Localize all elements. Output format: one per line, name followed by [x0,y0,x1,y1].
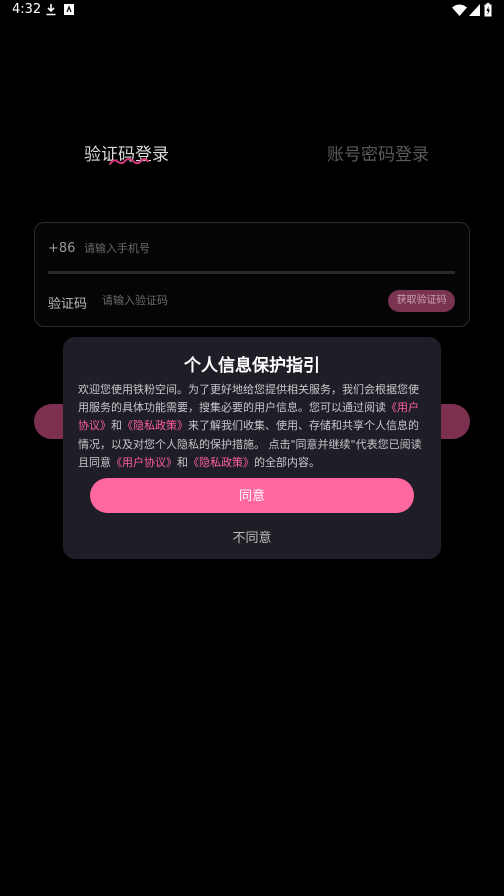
agree-button[interactable]: 同意 [90,478,414,513]
app-notification-icon [64,4,74,15]
privacy-policy-link[interactable]: 《隐私政策》 [122,419,188,432]
status-time: 4:32 [12,2,42,17]
dialog-body: 欢迎您使用铁粉空间。为了更好地给您提供相关服务，我们会根据您使用服务的具体功能需… [78,381,428,472]
phone-input[interactable] [84,238,384,260]
dialog-body-text: 和 [111,419,122,433]
status-bar: 4:32 [0,0,504,22]
signal-icon [469,4,480,16]
privacy-dialog: 个人信息保护指引 欢迎您使用铁粉空间。为了更好地给您提供相关服务，我们会根据您使… [63,337,441,559]
tab-active-indicator [109,157,149,165]
dialog-body-text: 和 [177,455,188,469]
dialog-title: 个人信息保护指引 [184,356,320,376]
input-divider [48,271,455,274]
battery-icon [484,3,492,17]
verification-code-input[interactable] [102,290,352,312]
tab-password-login[interactable]: 账号密码登录 [327,140,429,165]
dialog-body-text: 的全部内容。 [254,455,320,469]
verification-code-label: 验证码 [48,297,88,312]
privacy-policy-link[interactable]: 《隐私政策》 [188,456,254,469]
wifi-icon [452,4,467,16]
disagree-button[interactable]: 不同意 [63,527,441,546]
user-agreement-link[interactable]: 《用户协议》 [111,456,177,469]
get-code-button[interactable]: 获取验证码 [388,290,455,312]
dialog-body-text: 欢迎您使用铁粉空间。为了更好地给您提供相关服务，我们会根据您使用服务的具体功能需… [78,383,419,415]
download-icon [46,4,56,16]
country-code[interactable]: +86 [48,241,75,256]
